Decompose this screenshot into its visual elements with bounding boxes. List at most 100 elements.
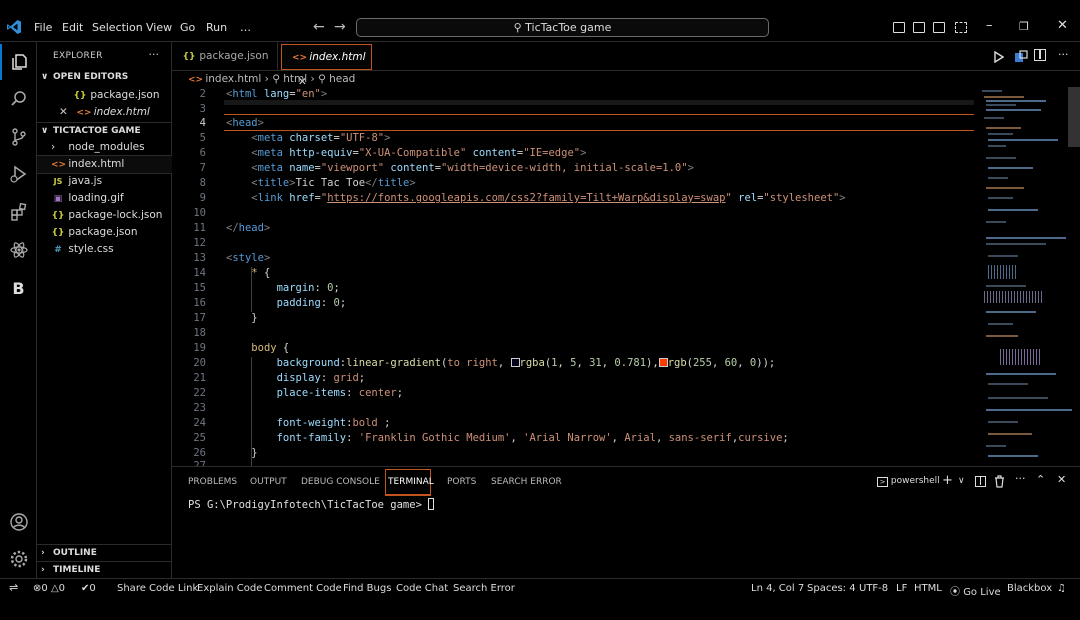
tab-ports[interactable]: PORTS — [447, 477, 476, 487]
menu-selection[interactable]: Selection — [92, 21, 143, 34]
breadcrumb-item[interactable]: head — [329, 73, 355, 85]
open-editor-item[interactable]: ✕ <> index.html — [37, 104, 172, 121]
file-item[interactable]: # style.css — [37, 241, 172, 258]
folder-item[interactable]: › node_modules — [37, 139, 172, 156]
terminal-shell-label: powershell — [890, 476, 940, 486]
outline-section[interactable]: › OUTLINE — [37, 544, 172, 561]
split-terminal-icon[interactable] — [975, 476, 986, 487]
menu-more[interactable]: … — [240, 21, 251, 34]
manage-activity[interactable] — [0, 541, 37, 577]
find-bugs-button[interactable]: Find Bugs — [343, 583, 391, 594]
menu-file[interactable]: File — [34, 21, 52, 34]
command-center-search[interactable]: ⚲ TicTacToe game — [356, 18, 769, 37]
vscode-logo-icon — [7, 20, 21, 34]
remote-icon[interactable]: ⇌ — [9, 581, 18, 594]
toggle-primary-sidebar-icon[interactable] — [893, 22, 905, 33]
more-actions-icon[interactable]: ··· — [1015, 472, 1026, 485]
share-code-link-button[interactable]: Share Code Link — [117, 583, 198, 594]
tab-output[interactable]: OUTPUT — [250, 477, 287, 487]
tab-package-json[interactable]: {} package.json — [172, 42, 278, 71]
file-item[interactable]: ▣ loading.gif — [37, 190, 172, 207]
explorer-activity[interactable] — [0, 44, 37, 80]
code-line: body { — [251, 342, 290, 354]
open-editors-section[interactable]: ∨ OPEN EDITORS — [37, 69, 172, 86]
bell-icon[interactable]: ♫ — [1057, 583, 1066, 594]
file-item[interactable]: <> index.html — [36, 155, 173, 174]
explain-code-button[interactable]: Explain Code — [197, 583, 262, 594]
close-icon[interactable]: ✕ — [59, 104, 73, 121]
run-debug-activity[interactable] — [0, 156, 37, 192]
maximize-panel-icon[interactable]: ⌃ — [1036, 473, 1045, 486]
more-actions-icon[interactable]: ··· — [149, 48, 160, 61]
menu-run[interactable]: Run — [206, 21, 227, 34]
scrollbar-thumb[interactable] — [1068, 87, 1080, 147]
open-editor-item[interactable]: {} package.json — [37, 87, 172, 104]
customize-layout-icon[interactable] — [955, 22, 967, 33]
files-icon — [11, 54, 27, 70]
line-ending[interactable]: LF — [896, 583, 907, 594]
blackbox-activity[interactable]: B — [0, 270, 37, 306]
restore-icon[interactable]: ❐ — [1019, 20, 1029, 33]
color-swatch[interactable] — [510, 358, 520, 367]
file-item[interactable]: {} package-lock.json — [37, 207, 172, 224]
open-preview-icon[interactable] — [1014, 50, 1028, 64]
cursor-position[interactable]: Ln 4, Col 7 — [751, 583, 804, 594]
split-editor-icon[interactable] — [1034, 49, 1046, 61]
tab-debug-console[interactable]: DEBUG CONSOLE — [301, 477, 380, 487]
terminal-output[interactable]: PS G:\ProdigyInfotech\TicTacToe game> — [188, 498, 435, 511]
color-swatch[interactable] — [658, 358, 668, 367]
encoding[interactable]: UTF-8 — [859, 583, 888, 594]
accounts-activity[interactable] — [0, 504, 37, 540]
menu-edit[interactable]: Edit — [62, 21, 83, 34]
blackbox-status[interactable]: Blackbox — [1007, 583, 1052, 594]
toggle-secondary-sidebar-icon[interactable] — [933, 22, 945, 33]
tab-index-html[interactable]: <> index.html ✕ — [281, 44, 372, 88]
json-file-icon: {} — [51, 211, 65, 221]
menu-go[interactable]: Go — [180, 21, 195, 34]
search-activity[interactable] — [0, 81, 37, 117]
code-line: background:linear-gradient(to right, rgb… — [276, 357, 776, 369]
timeline-section[interactable]: › TIMELINE — [37, 561, 172, 578]
run-icon[interactable] — [994, 51, 1004, 63]
ports-status[interactable]: ✔0 — [81, 583, 96, 594]
close-panel-icon[interactable]: ✕ — [1057, 473, 1066, 486]
file-item[interactable]: {} package.json — [37, 224, 172, 241]
project-section[interactable]: ∨ TICTACTOE GAME — [37, 122, 172, 139]
toggle-panel-icon[interactable] — [913, 22, 925, 33]
more-actions-icon[interactable]: ··· — [1058, 48, 1069, 61]
file-item[interactable]: JS java.js — [37, 173, 172, 190]
minimize-icon[interactable]: – — [986, 18, 993, 33]
language-mode[interactable]: HTML — [914, 583, 942, 594]
tab-search-error[interactable]: SEARCH ERROR — [491, 477, 562, 487]
menu-view[interactable]: View — [146, 21, 172, 34]
warning-icon: △ — [50, 583, 59, 594]
trash-icon[interactable] — [994, 475, 1005, 488]
problems-status[interactable]: ⊗0 △0 — [33, 583, 65, 594]
breadcrumb-item[interactable]: index.html — [205, 73, 261, 85]
tab-problems[interactable]: PROBLEMS — [188, 477, 237, 487]
comment-code-button[interactable]: Comment Code — [264, 583, 342, 594]
back-arrow-icon[interactable]: ← — [313, 19, 325, 35]
chevron-down-icon[interactable]: ∨ — [958, 476, 965, 486]
explorer-sidebar: EXPLORER ··· ∨ OPEN EDITORS {} package.j… — [36, 42, 173, 578]
file-label: index.html — [68, 158, 125, 170]
tab-terminal[interactable]: TERMINAL — [388, 477, 434, 487]
file-label: java.js — [68, 175, 103, 187]
forward-arrow-icon[interactable]: → — [334, 19, 346, 35]
code-editor[interactable]: 2 <html lang="en"> 3 4 <head> 5 <meta char… — [172, 87, 1080, 466]
breadcrumb: <> index.html › ⚲ html › ⚲ head — [172, 71, 1080, 87]
line-number: 4 — [199, 117, 206, 129]
source-control-activity[interactable] — [0, 119, 37, 155]
indentation[interactable]: Spaces: 4 — [807, 583, 856, 594]
timeline-label: TIMELINE — [53, 565, 101, 575]
extensions-activity[interactable] — [0, 194, 37, 230]
new-terminal-icon[interactable]: + — [942, 473, 953, 488]
breadcrumb-item[interactable]: html — [283, 73, 307, 85]
code-chat-button[interactable]: Code Chat — [396, 583, 448, 594]
minimap[interactable] — [980, 87, 1080, 466]
go-live-button[interactable]: ⦿ Go Live — [950, 583, 1001, 598]
react-activity[interactable] — [0, 232, 37, 268]
close-window-icon[interactable]: ✕ — [1057, 18, 1068, 33]
search-error-button[interactable]: Search Error — [453, 583, 515, 594]
terminal-profile[interactable]: > powershell — [877, 476, 940, 487]
